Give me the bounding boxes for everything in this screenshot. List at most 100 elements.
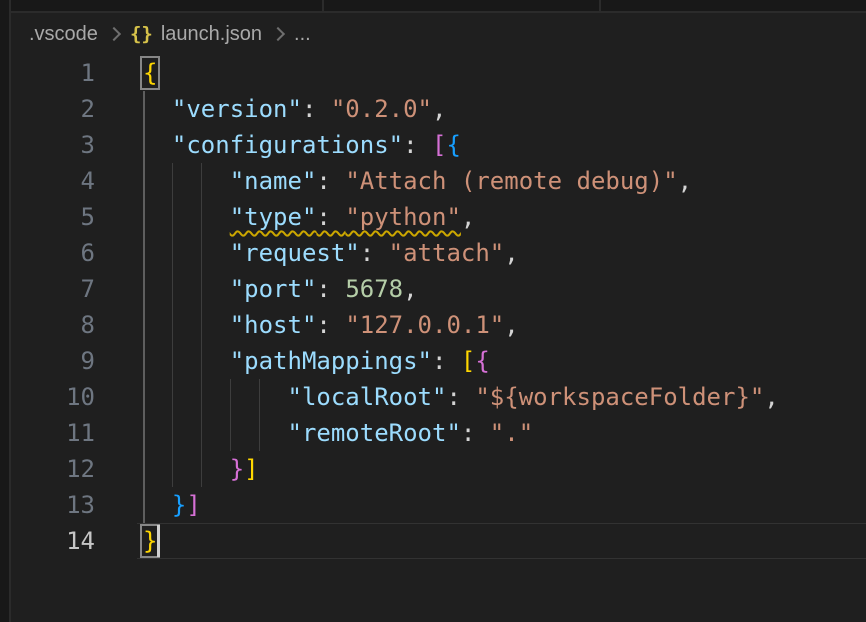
code-token: ,: [403, 275, 417, 303]
code-token: ,: [504, 311, 518, 339]
code-token: "name": [230, 167, 317, 195]
tab-bar-edge: [10, 0, 866, 13]
warning-token: :: [316, 203, 345, 231]
code-token: "port": [230, 275, 317, 303]
code-token: ,: [764, 383, 778, 411]
code-token: [143, 203, 230, 231]
code-line[interactable]: 7 "port": 5678,: [11, 271, 866, 307]
code-token: ]: [244, 455, 258, 483]
code-token: :: [316, 311, 345, 339]
breadcrumb-item-vscode-folder[interactable]: .vscode: [29, 23, 98, 46]
code-token: [143, 167, 230, 195]
code-token: :: [316, 275, 345, 303]
code-line[interactable]: 5 "type": "python",: [11, 199, 866, 235]
code-token: [143, 419, 288, 447]
line-number[interactable]: 5: [11, 199, 95, 235]
code-token: "127.0.0.1": [345, 311, 504, 339]
chevron-right-icon: [271, 27, 285, 41]
code-token: :: [302, 95, 331, 123]
warning-token: "python": [345, 203, 461, 231]
code-text: "request": "attach",: [143, 235, 519, 271]
line-number[interactable]: 12: [11, 451, 95, 487]
code-token: [143, 311, 230, 339]
code-token: "configurations": [172, 131, 403, 159]
code-token: ,: [461, 203, 475, 231]
code-token: :: [360, 239, 389, 267]
code-token: "${workspaceFolder}": [475, 383, 764, 411]
code-token: "request": [230, 239, 360, 267]
code-text: "remoteRoot": ".": [143, 415, 533, 451]
code-token: "host": [230, 311, 317, 339]
code-token: "attach": [389, 239, 505, 267]
line-number[interactable]: 11: [11, 415, 95, 451]
code-token: "remoteRoot": [288, 419, 461, 447]
tab-separator: [599, 0, 601, 11]
code-token: [: [461, 347, 475, 375]
code-token: "pathMappings": [230, 347, 432, 375]
code-token: [143, 383, 288, 411]
code-token: "0.2.0": [331, 95, 432, 123]
line-number[interactable]: 3: [11, 127, 95, 163]
code-line[interactable]: 1{: [11, 55, 866, 91]
code-token: [143, 239, 230, 267]
code-token: [143, 275, 230, 303]
matched-bracket: {: [143, 59, 157, 87]
code-text: }]: [143, 487, 201, 523]
code-token: "localRoot": [288, 383, 447, 411]
code-line[interactable]: 9 "pathMappings": [{: [11, 343, 866, 379]
code-token: [: [432, 131, 446, 159]
text-cursor: [157, 525, 160, 557]
code-line[interactable]: 4 "name": "Attach (remote debug)",: [11, 163, 866, 199]
line-number[interactable]: 14: [11, 523, 95, 559]
code-text: "pathMappings": [{: [143, 343, 490, 379]
code-token: [143, 131, 172, 159]
code-line[interactable]: 12 }]: [11, 451, 866, 487]
code-token: }: [172, 491, 186, 519]
code-line[interactable]: 2 "version": "0.2.0",: [11, 91, 866, 127]
current-line-highlight: [137, 523, 866, 559]
code-line[interactable]: 14}: [11, 523, 866, 559]
code-text: "localRoot": "${workspaceFolder}",: [143, 379, 779, 415]
line-number[interactable]: 4: [11, 163, 95, 199]
code-token: ,: [678, 167, 692, 195]
vscode-editor-window: .vscode{}launch.json... 1{2 "version": "…: [0, 0, 866, 622]
code-text: "version": "0.2.0",: [143, 91, 446, 127]
code-token: :: [316, 167, 345, 195]
breadcrumb-item-launch-json-file[interactable]: launch.json: [161, 23, 262, 46]
line-number[interactable]: 7: [11, 271, 95, 307]
code-line[interactable]: 6 "request": "attach",: [11, 235, 866, 271]
line-number[interactable]: 10: [11, 379, 95, 415]
editor-pane[interactable]: 1{2 "version": "0.2.0",3 "configurations…: [11, 55, 866, 559]
line-number[interactable]: 1: [11, 55, 95, 91]
breadcrumb: .vscode{}launch.json...: [11, 15, 866, 53]
code-token: :: [403, 131, 432, 159]
code-line[interactable]: 13 }]: [11, 487, 866, 523]
code-line[interactable]: 3 "configurations": [{: [11, 127, 866, 163]
code-text: "configurations": [{: [143, 127, 461, 163]
panel-left-edge: [0, 0, 11, 622]
code-line[interactable]: 8 "host": "127.0.0.1",: [11, 307, 866, 343]
code-token: ]: [186, 491, 200, 519]
breadcrumb-item-symbol-ellipsis[interactable]: ...: [294, 23, 311, 46]
code-text: "type": "python",: [143, 199, 475, 235]
code-token: :: [461, 419, 490, 447]
code-token: :: [432, 347, 461, 375]
code-token: {: [475, 347, 489, 375]
warning-token: "type": [230, 203, 317, 231]
tab-separator: [322, 0, 324, 11]
line-number[interactable]: 2: [11, 91, 95, 127]
line-number[interactable]: 6: [11, 235, 95, 271]
code-token: ,: [432, 95, 446, 123]
line-number[interactable]: 13: [11, 487, 95, 523]
line-number[interactable]: 8: [11, 307, 95, 343]
code-line[interactable]: 11 "remoteRoot": ".": [11, 415, 866, 451]
code-text: "host": "127.0.0.1",: [143, 307, 519, 343]
code-text: "name": "Attach (remote debug)",: [143, 163, 692, 199]
code-text: }: [143, 523, 157, 559]
line-number[interactable]: 9: [11, 343, 95, 379]
code-text: "port": 5678,: [143, 271, 418, 307]
code-token: [143, 491, 172, 519]
code-token: [143, 347, 230, 375]
code-text: }]: [143, 451, 259, 487]
code-line[interactable]: 10 "localRoot": "${workspaceFolder}",: [11, 379, 866, 415]
